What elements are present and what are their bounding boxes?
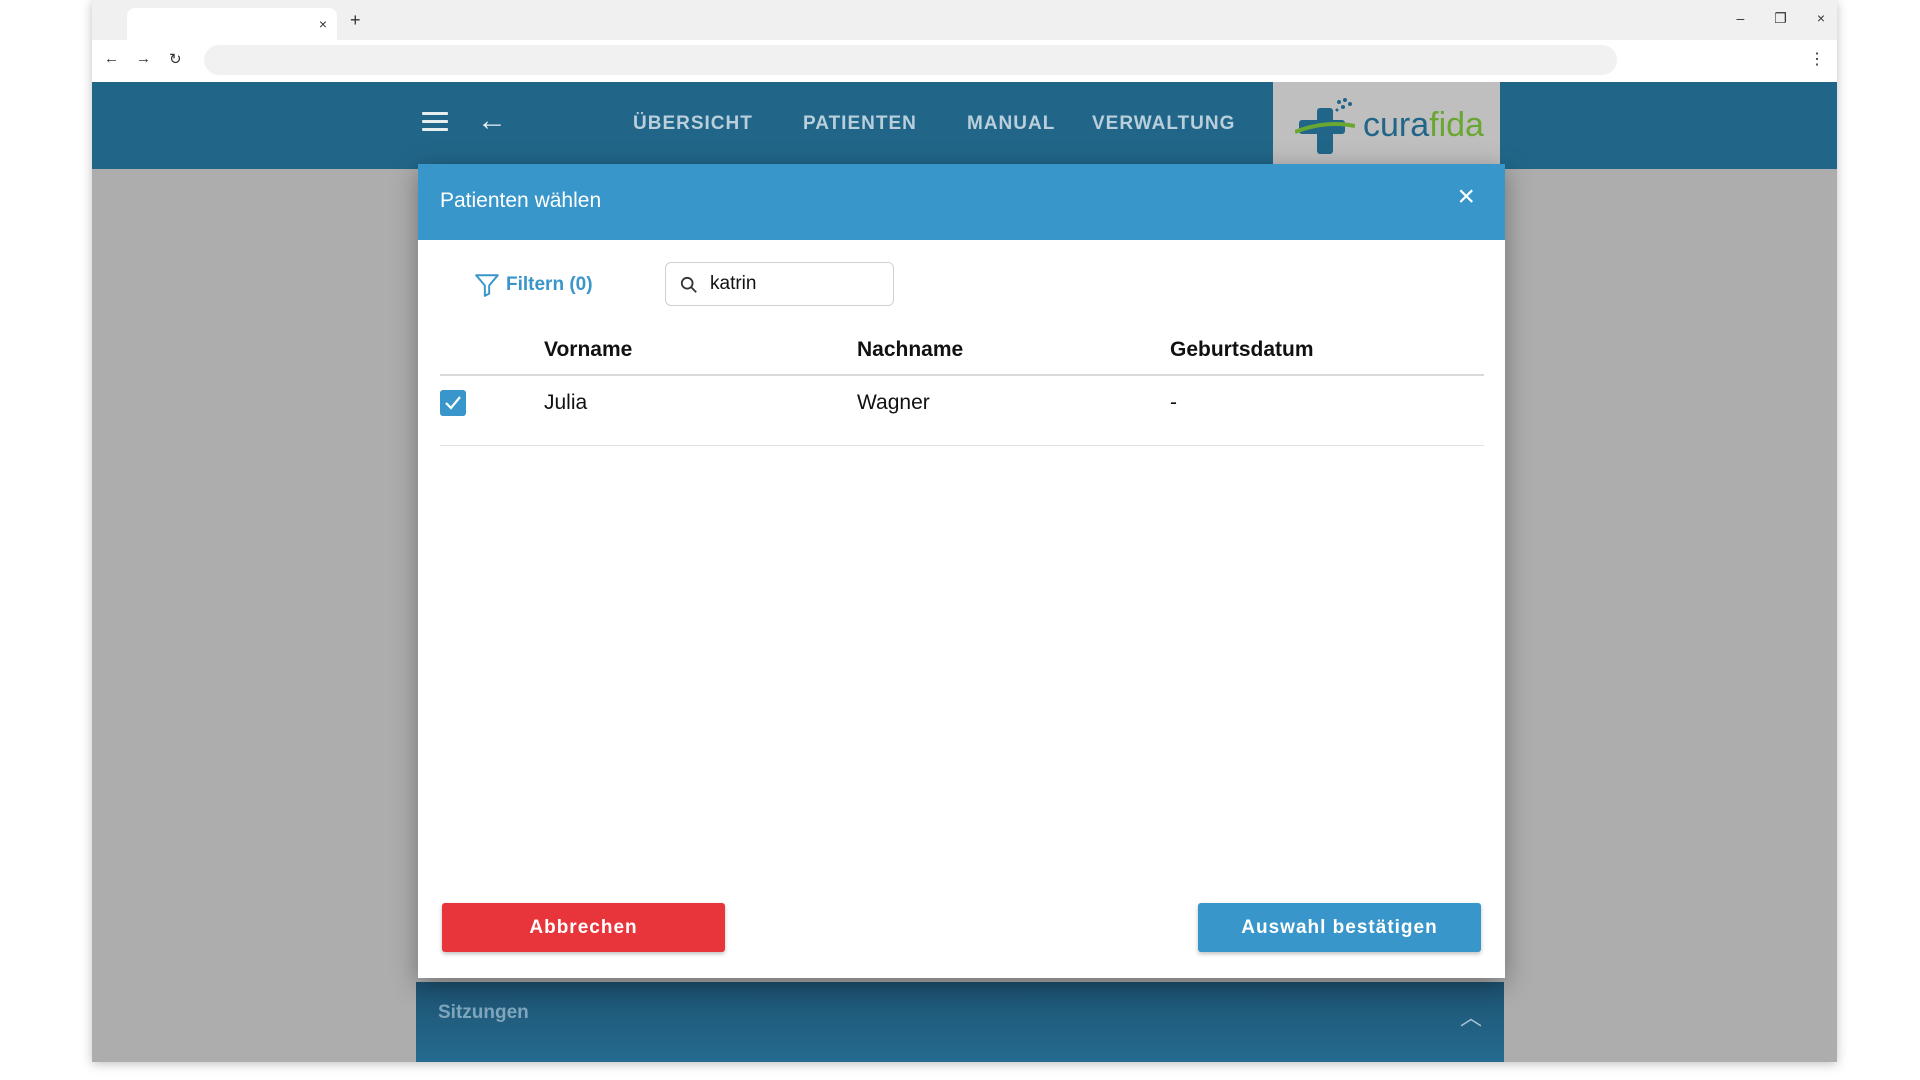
cell-nachname: Wagner	[857, 391, 930, 414]
restore-icon[interactable]: ❐	[1774, 10, 1787, 27]
column-geburtsdatum[interactable]: Geburtsdatum	[1170, 338, 1314, 362]
cell-geburtsdatum: -	[1170, 391, 1177, 414]
address-bar[interactable]	[204, 45, 1617, 75]
logo-wordmark: curafida	[1363, 106, 1484, 145]
minimize-icon[interactable]: –	[1736, 10, 1744, 27]
filter-label: Filtern (0)	[506, 274, 593, 295]
new-tab-icon[interactable]: +	[350, 10, 361, 31]
confirm-selection-button[interactable]: Auswahl bestätigen	[1198, 903, 1481, 952]
column-vorname[interactable]: Vorname	[544, 338, 632, 362]
sessions-panel[interactable]: Sitzungen ︿	[416, 982, 1504, 1062]
search-icon	[680, 276, 697, 293]
menu-icon[interactable]	[422, 112, 448, 134]
checkmark-icon	[445, 396, 461, 410]
logo-text-cura: cura	[1363, 106, 1430, 144]
filter-button[interactable]: Filtern (0)	[474, 272, 593, 298]
close-icon[interactable]: ×	[1457, 182, 1475, 212]
reload-icon[interactable]: ↻	[169, 50, 182, 68]
select-patient-dialog: Patienten wählen × Filtern (0) Vorname N…	[418, 164, 1505, 978]
search-input[interactable]	[710, 271, 885, 297]
filter-icon	[475, 274, 499, 297]
app-header: ← ÜBERSICHT PATIENTEN MANUAL VERWALTUNG …	[92, 82, 1837, 169]
cancel-button[interactable]: Abbrechen	[442, 903, 725, 952]
search-field[interactable]	[665, 262, 894, 306]
row-checkbox[interactable]	[440, 390, 466, 416]
tab-close-icon[interactable]: ×	[319, 16, 327, 32]
cell-vorname: Julia	[544, 391, 588, 414]
table-row[interactable]: Julia Wagner -	[440, 376, 1484, 446]
dialog-title: Patienten wählen	[440, 189, 602, 212]
chevron-up-icon[interactable]: ︿	[1460, 1000, 1482, 1032]
window-controls: – ❐ ×	[1736, 10, 1825, 27]
table-header: Vorname Nachname Geburtsdatum	[440, 324, 1484, 376]
nav-patienten[interactable]: PATIENTEN	[803, 113, 917, 135]
logo-cross-icon	[1295, 98, 1355, 154]
sessions-panel-title: Sitzungen	[438, 1002, 529, 1023]
tab-strip: × + – ❐ ×	[92, 0, 1837, 40]
browser-menu-icon[interactable]: ⋮	[1809, 49, 1825, 69]
close-window-icon[interactable]: ×	[1817, 10, 1825, 27]
nav-uebersicht[interactable]: ÜBERSICHT	[633, 113, 753, 135]
dialog-header: Patienten wählen ×	[418, 164, 1505, 240]
back-icon[interactable]: ←	[104, 50, 119, 67]
patient-table: Vorname Nachname Geburtsdatum Julia Wagn…	[440, 324, 1484, 446]
forward-icon[interactable]: →	[136, 50, 151, 67]
curafida-logo[interactable]: curafida	[1273, 82, 1500, 169]
back-arrow-icon[interactable]: ←	[477, 104, 507, 138]
logo-text-fida: fida	[1429, 106, 1484, 144]
nav-verwaltung[interactable]: VERWALTUNG	[1092, 113, 1235, 135]
browser-tab[interactable]: ×	[127, 8, 337, 40]
nav-manual[interactable]: MANUAL	[967, 113, 1055, 135]
column-nachname[interactable]: Nachname	[857, 338, 963, 362]
browser-toolbar: ← → ↻ ⋮	[92, 40, 1837, 82]
